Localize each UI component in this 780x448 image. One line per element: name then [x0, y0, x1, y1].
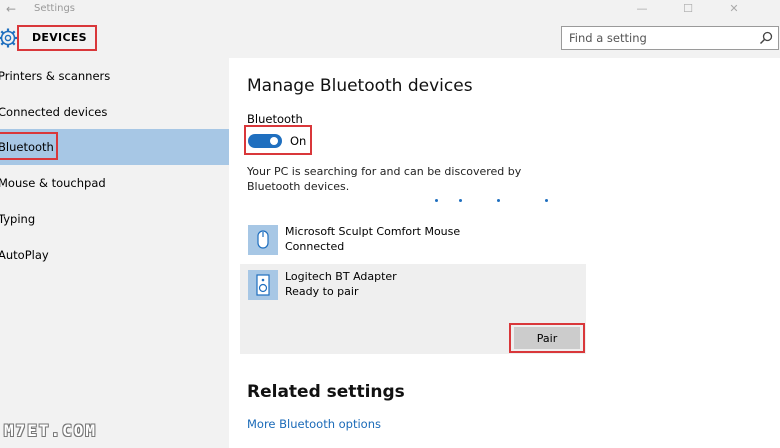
watermark-logo: M7ET.COM: [4, 421, 98, 440]
minimize-button[interactable]: —: [619, 0, 665, 18]
progress-dot: [497, 199, 500, 202]
speaker-icon: [248, 270, 278, 300]
sidebar-item-autoplay[interactable]: AutoPlay: [0, 237, 229, 273]
device-item-mouse[interactable]: Microsoft Sculpt Comfort Mouse Connected: [240, 219, 586, 263]
gear-icon: [0, 28, 18, 48]
device-status: Ready to pair: [285, 285, 359, 298]
header: DEVICES: [0, 18, 780, 58]
sidebar-item-label: Connected devices: [0, 105, 108, 119]
bluetooth-highlight-box: [0, 132, 58, 160]
back-arrow-icon[interactable]: ←: [0, 0, 22, 18]
toggle-knob: [270, 137, 278, 145]
more-bluetooth-options-link[interactable]: More Bluetooth options: [247, 417, 381, 431]
sidebar-item-typing[interactable]: Typing: [0, 201, 229, 237]
bluetooth-label: Bluetooth: [247, 112, 303, 126]
title-bar: ← Settings — ☐ ✕: [0, 0, 780, 18]
content-pane: Manage Bluetooth devices Bluetooth On Yo…: [229, 58, 780, 448]
progress-dot: [435, 199, 438, 202]
mouse-icon: [248, 225, 278, 255]
sidebar-item-label: Mouse & touchpad: [0, 176, 106, 190]
sidebar-item-mouse-touchpad[interactable]: Mouse & touchpad: [0, 165, 229, 201]
sidebar-item-label: AutoPlay: [0, 248, 49, 262]
search-box[interactable]: [561, 26, 779, 50]
search-input[interactable]: [562, 27, 752, 49]
section-title: DEVICES: [32, 31, 87, 44]
device-name: Microsoft Sculpt Comfort Mouse: [285, 225, 461, 238]
progress-dot: [459, 199, 462, 202]
pair-button[interactable]: Pair: [514, 327, 580, 349]
sidebar-item-label: Typing: [0, 212, 36, 226]
close-button[interactable]: ✕: [711, 0, 757, 18]
device-status: Connected: [285, 240, 345, 253]
progress-dot: [545, 199, 548, 202]
window-title: Settings: [34, 3, 76, 14]
search-icon[interactable]: [759, 31, 773, 45]
page-title: Manage Bluetooth devices: [247, 76, 473, 96]
sidebar: Printers & scanners Connected devices Bl…: [0, 58, 229, 448]
sidebar-item-label: Printers & scanners: [0, 69, 111, 83]
sidebar-item-printers-scanners[interactable]: Printers & scanners: [0, 58, 229, 94]
toggle-state-label: On: [290, 134, 307, 148]
searching-description: Your PC is searching for and can be disc…: [247, 165, 522, 193]
maximize-button[interactable]: ☐: [665, 0, 711, 18]
sidebar-item-connected-devices[interactable]: Connected devices: [0, 94, 229, 130]
related-settings-heading: Related settings: [247, 382, 405, 402]
bluetooth-toggle[interactable]: [248, 134, 282, 148]
device-item-adapter[interactable]: Logitech BT Adapter Ready to pair: [240, 264, 586, 308]
device-name: Logitech BT Adapter: [285, 270, 397, 283]
